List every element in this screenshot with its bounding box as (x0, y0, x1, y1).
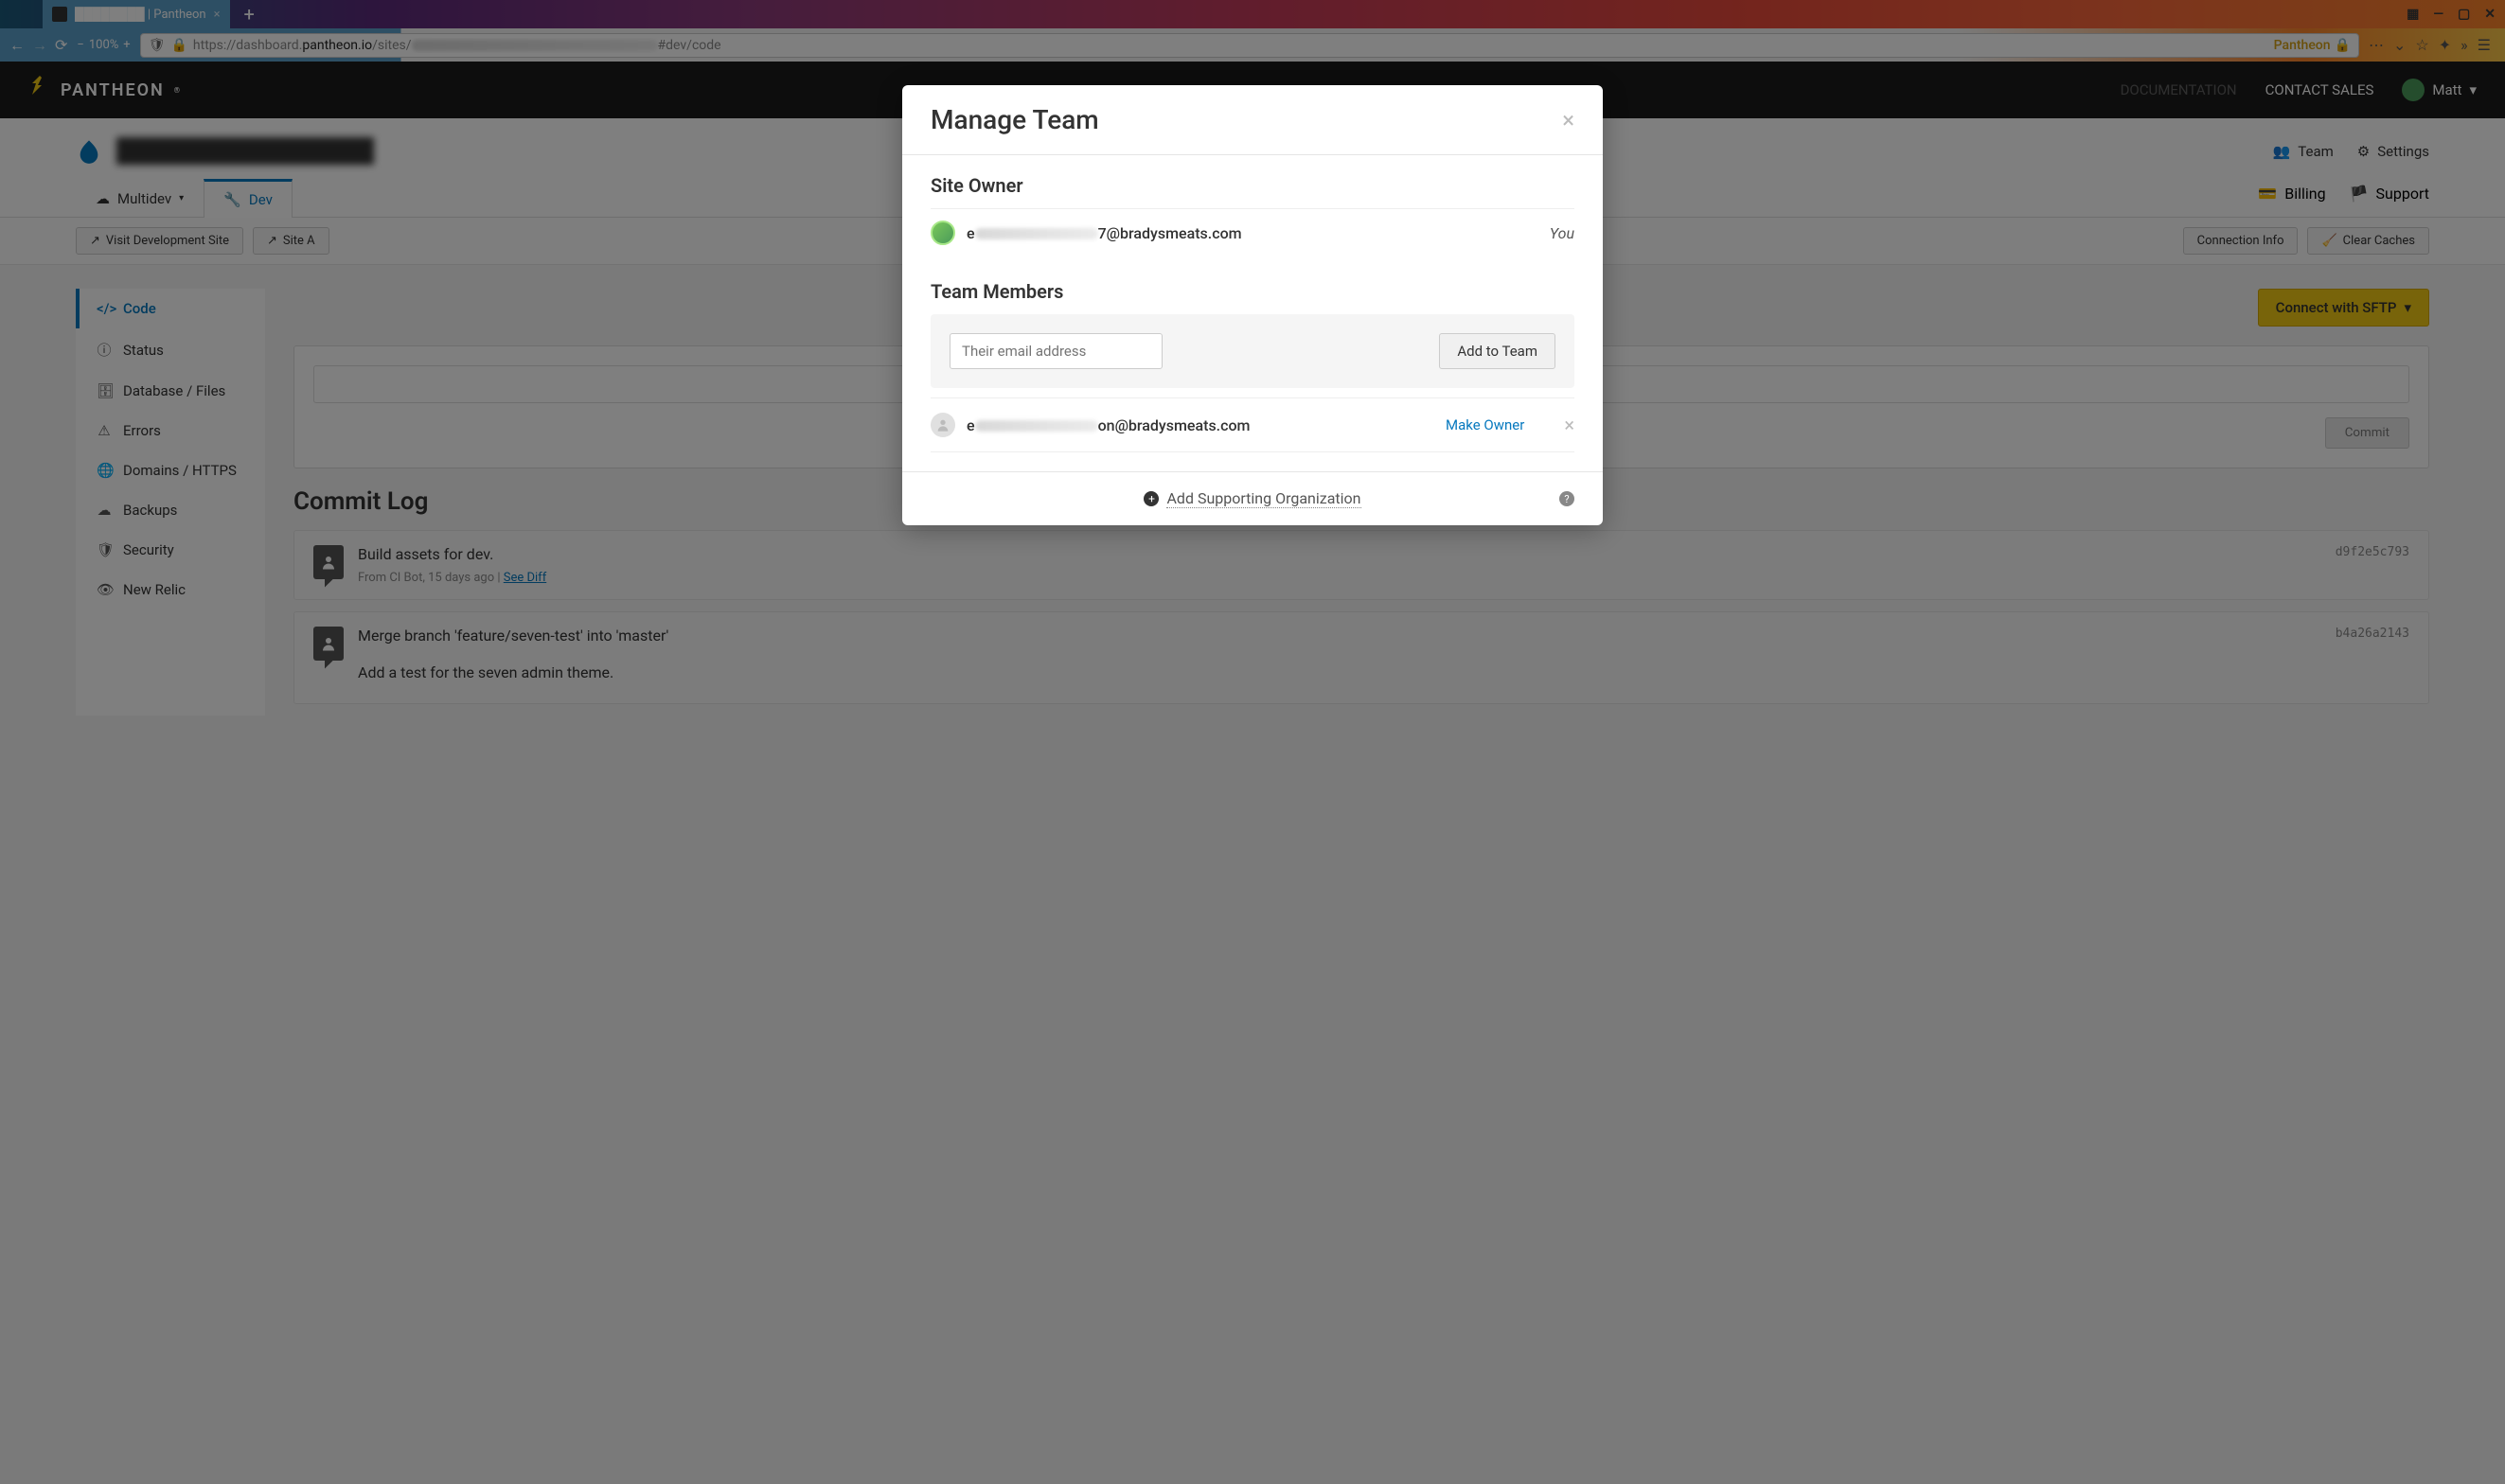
owner-you-label: You (1550, 224, 1574, 242)
plus-circle-icon: + (1144, 491, 1159, 506)
add-member-form: Add to Team (931, 314, 1574, 388)
member-email-input[interactable] (950, 333, 1163, 369)
modal-title: Manage Team (931, 104, 1099, 135)
make-owner-link[interactable]: Make Owner (1446, 416, 1524, 433)
modal-overlay[interactable]: Manage Team × Site Owner e7@bradysmeats.… (0, 0, 2505, 1484)
site-owner-heading: Site Owner (931, 174, 1574, 197)
member-email: eon@bradysmeats.com (967, 416, 1251, 434)
remove-member-icon[interactable]: × (1564, 414, 1574, 436)
modal-footer: + Add Supporting Organization ? (902, 471, 1603, 525)
owner-email: e7@bradysmeats.com (967, 224, 1242, 242)
team-members-heading: Team Members (931, 280, 1574, 303)
team-member-row: eon@bradysmeats.com Make Owner × (931, 398, 1574, 452)
modal-close-icon[interactable]: × (1562, 107, 1574, 133)
modal-header: Manage Team × (902, 85, 1603, 155)
member-avatar-icon (931, 413, 955, 437)
help-icon[interactable]: ? (1559, 491, 1574, 506)
add-to-team-button[interactable]: Add to Team (1439, 333, 1555, 369)
add-supporting-org-link[interactable]: + Add Supporting Organization (1144, 489, 1360, 508)
site-owner-row: e7@bradysmeats.com You (931, 208, 1574, 256)
owner-avatar-icon (931, 221, 955, 245)
manage-team-modal: Manage Team × Site Owner e7@bradysmeats.… (902, 85, 1603, 525)
